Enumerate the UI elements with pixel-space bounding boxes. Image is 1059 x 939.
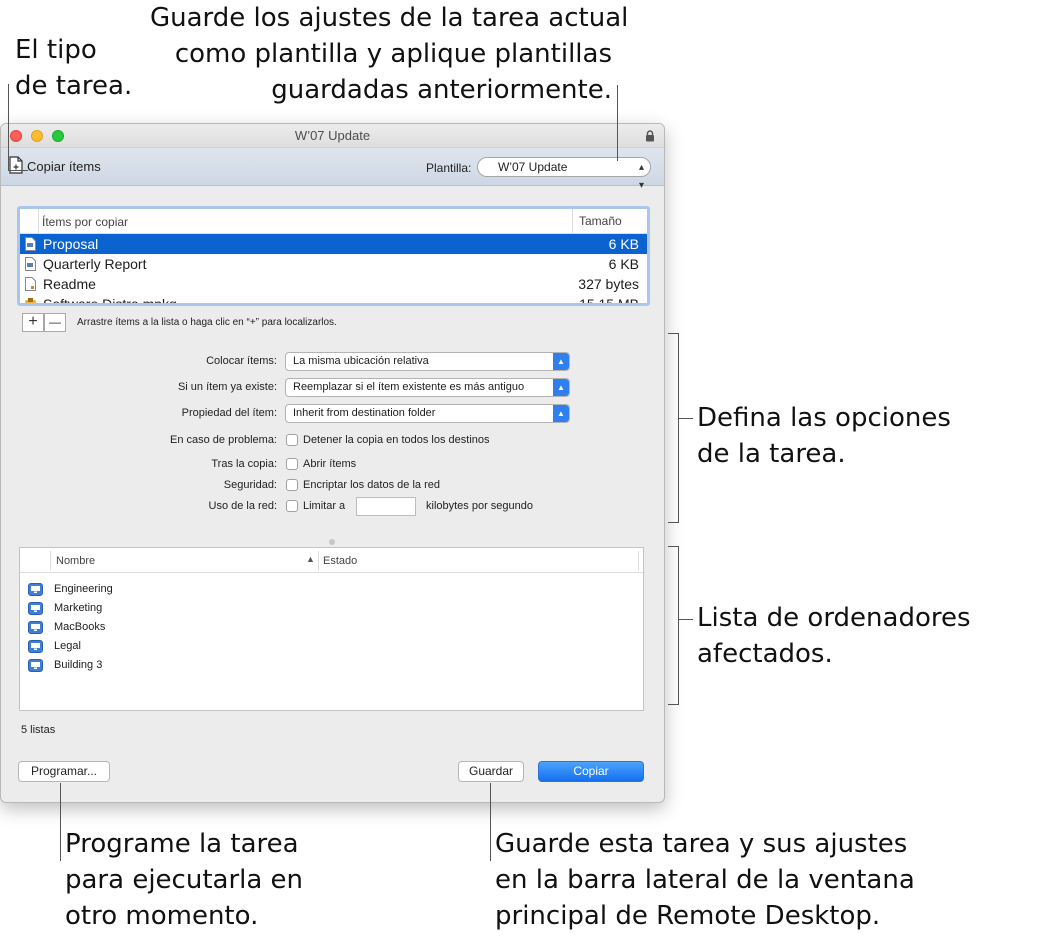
updown-arrows-icon: ▴ ▾	[638, 162, 644, 191]
drag-hint: Arrastre ítems a la lista o haga clic en…	[77, 317, 337, 328]
computer-list-icon	[28, 659, 43, 672]
bandwidth-input[interactable]	[356, 497, 416, 516]
leader-line-task-type	[8, 170, 28, 171]
stop-copy-label: Detener la copia en todos los destinos	[303, 434, 490, 446]
open-items-label: Abrir ítems	[303, 458, 357, 470]
item-exists-popup[interactable]: Reemplazar si el ítem existente es más a…	[285, 378, 570, 397]
file-row[interactable]: Proposal 6 KB	[20, 234, 647, 254]
computer-row[interactable]: MacBooks	[20, 618, 643, 637]
column-status[interactable]: Estado	[323, 555, 357, 567]
file-row[interactable]: Software Distro.mpkg 15.15 MB	[20, 294, 647, 303]
computer-list-icon	[28, 621, 43, 634]
limit-network-checkbox[interactable]	[286, 500, 298, 512]
column-size[interactable]: Tamaño	[572, 209, 622, 234]
leader-line-computers	[678, 546, 679, 704]
encrypt-label: Encriptar los datos de la red	[303, 479, 440, 491]
task-window: W’07 Update Copiar ítems Plantilla: W’07…	[0, 123, 665, 803]
file-row[interactable]: Quarterly Report 6 KB	[20, 254, 647, 274]
computer-row[interactable]: Engineering	[20, 580, 643, 599]
open-items-checkbox[interactable]	[286, 458, 298, 470]
leader-line-computers	[668, 704, 679, 705]
network-usage-label: Uso de la red:	[208, 500, 277, 512]
template-label: Plantilla:	[426, 161, 472, 175]
updown-arrows-icon: ▲▼	[553, 353, 569, 370]
add-item-button[interactable]: +	[22, 313, 44, 332]
items-to-copy-list[interactable]: Ítems por copiar Tamaño Proposal 6 KB Qu…	[17, 206, 650, 306]
after-copy-label: Tras la copia:	[211, 458, 277, 470]
computer-row[interactable]: Legal	[20, 637, 643, 656]
leader-line-task-type	[8, 84, 9, 170]
ownership-popup[interactable]: Inherit from destination folder ▲▼	[285, 404, 570, 423]
computer-list-header: Nombre ▲ Estado	[20, 548, 643, 573]
updown-arrows-icon: ▲▼	[553, 379, 569, 396]
computer-row[interactable]: Marketing	[20, 599, 643, 618]
leader-line-schedule	[60, 783, 61, 861]
callout-options: Defina las opciones de la tarea.	[697, 403, 951, 469]
column-items[interactable]: Ítems por copiar	[42, 215, 128, 229]
title-bar: W’07 Update	[1, 124, 664, 148]
lock-icon	[646, 130, 654, 142]
callout-schedule: Programe la tarea para ejecutarla en otr…	[65, 829, 304, 931]
leader-line-template	[617, 85, 618, 161]
computer-list-icon	[28, 640, 43, 653]
window-title: W’07 Update	[294, 128, 371, 143]
updown-arrows-icon: ▲▼	[553, 405, 569, 422]
template-value: W’07 Update	[498, 160, 568, 174]
computer-list-icon	[28, 583, 43, 596]
place-items-label: Colocar ítems:	[206, 355, 277, 367]
leader-line-options	[678, 333, 679, 522]
sort-ascending-icon: ▲	[306, 554, 315, 564]
encrypt-checkbox[interactable]	[286, 479, 298, 491]
package-icon	[25, 298, 36, 303]
leader-line-computers	[679, 619, 693, 620]
document-icon	[25, 237, 36, 251]
leader-line-computers	[668, 546, 679, 547]
copy-button[interactable]: Copiar	[538, 761, 644, 782]
computer-row[interactable]: Building 3	[20, 656, 643, 675]
items-list-header: Ítems por copiar Tamaño	[20, 209, 647, 234]
item-exists-label: Si un ítem ya existe:	[177, 381, 277, 393]
text-file-icon	[25, 277, 36, 291]
column-name[interactable]: Nombre	[56, 555, 95, 567]
security-label: Seguridad:	[223, 479, 277, 491]
split-view-handle[interactable]	[329, 539, 335, 545]
document-icon	[25, 257, 36, 271]
leader-line-save	[490, 783, 491, 861]
computer-list-icon	[28, 602, 43, 615]
stop-copy-checkbox[interactable]	[286, 434, 298, 446]
save-button[interactable]: Guardar	[458, 761, 524, 782]
file-row[interactable]: Readme 327 bytes	[20, 274, 647, 294]
computer-list[interactable]: Nombre ▲ Estado Engineering Marketing Ma…	[19, 547, 644, 711]
limit-network-label: Limitar a	[303, 500, 346, 512]
callout-task-type: El tipo de tarea.	[15, 35, 133, 101]
toolbar: Copiar ítems Plantilla: W’07 Update ▴ ▾	[1, 148, 664, 191]
template-popup[interactable]: W’07 Update ▴ ▾	[477, 157, 651, 191]
schedule-button[interactable]: Programar...	[18, 761, 110, 782]
leader-line-options	[679, 418, 693, 419]
task-type-label: Copiar ítems	[27, 159, 101, 174]
callout-save: Guarde esta tarea y sus ajustes en la ba…	[495, 829, 915, 931]
leader-line-options	[668, 333, 679, 334]
callout-template: Guarde los ajustes de la tarea actual co…	[150, 3, 629, 105]
ownership-label: Propiedad del ítem:	[181, 407, 277, 419]
place-items-popup[interactable]: La misma ubicación relativa ▲▼	[285, 352, 570, 371]
remove-item-button[interactable]: —	[44, 313, 66, 332]
leader-line-options	[668, 522, 679, 523]
copy-items-icon	[9, 156, 23, 174]
on-problem-label: En caso de problema:	[169, 434, 277, 446]
list-count: 5 listas	[21, 724, 56, 736]
callout-computers: Lista de ordenadores afectados.	[697, 603, 971, 669]
bandwidth-units-label: kilobytes por segundo	[426, 500, 534, 512]
